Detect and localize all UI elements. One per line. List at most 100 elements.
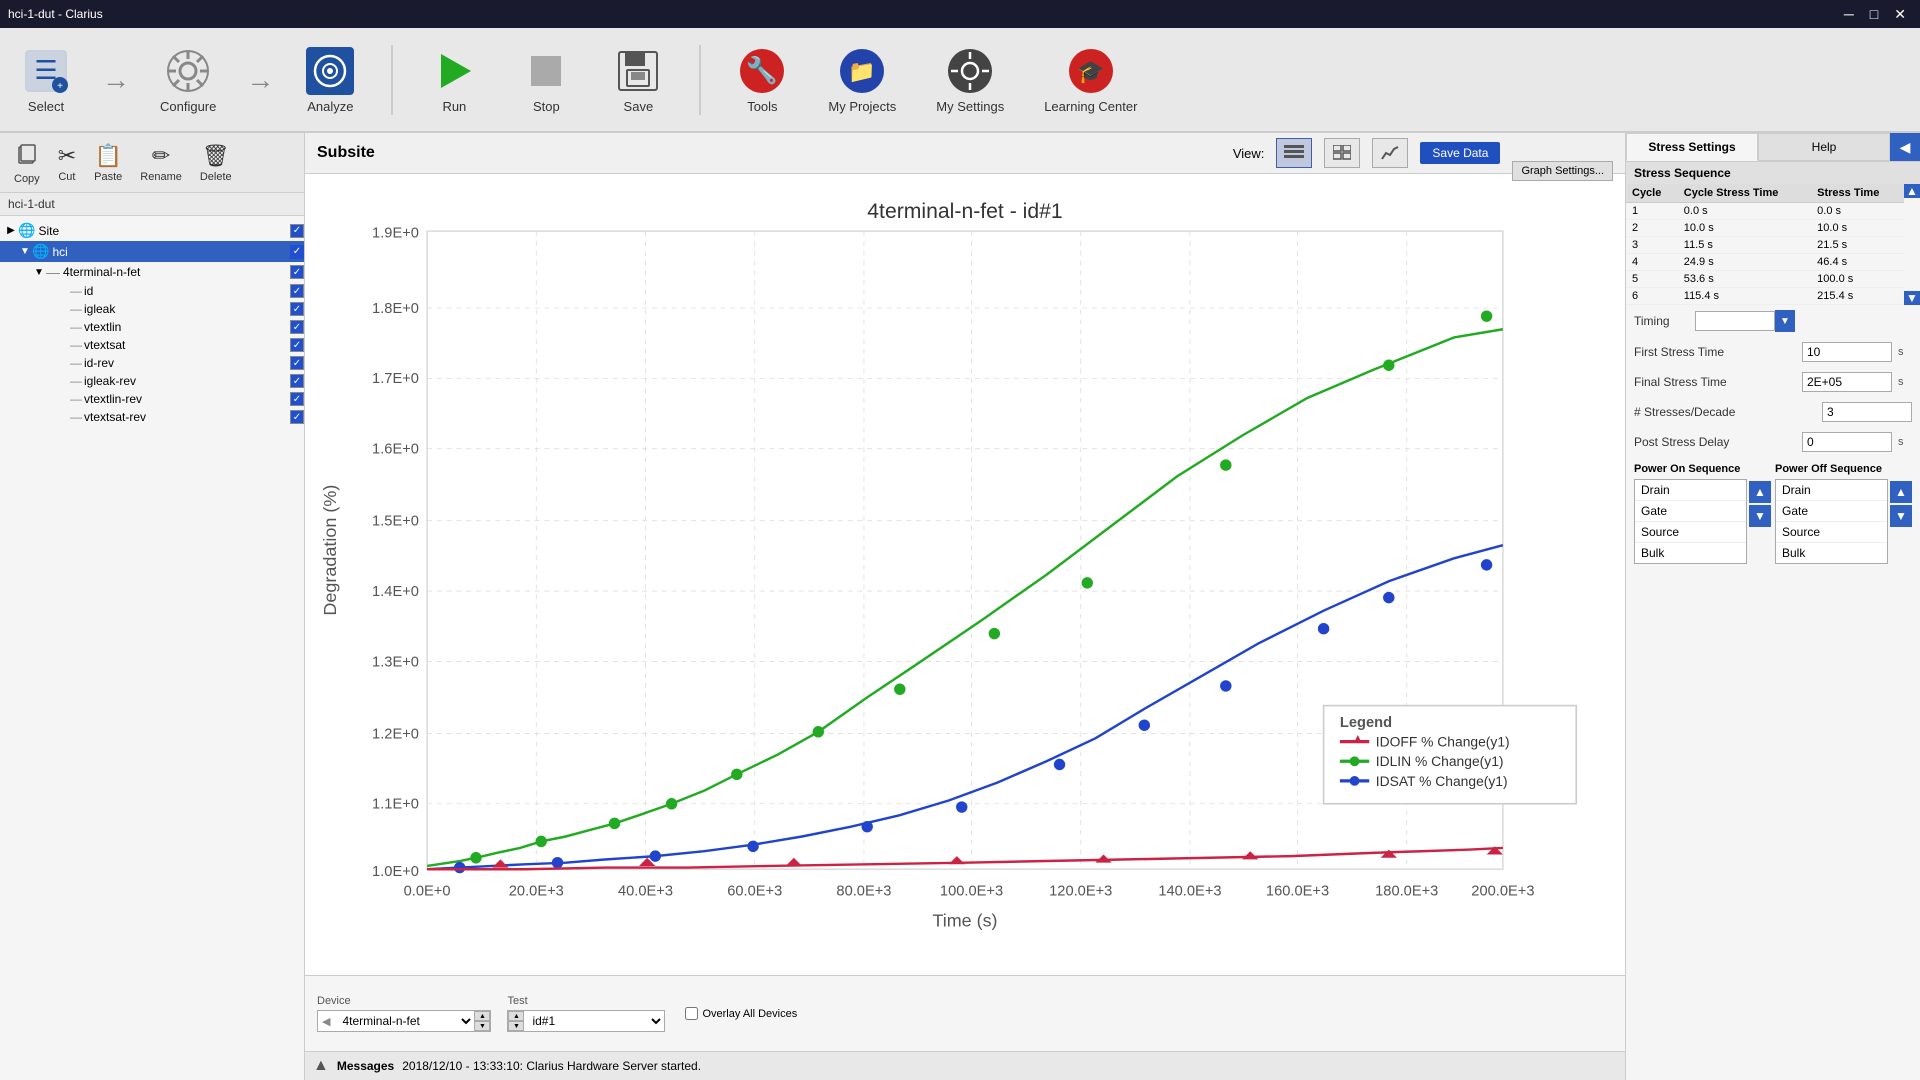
paste-button[interactable]: 📋 Paste [86,139,130,187]
power-on-up-btn[interactable]: ▲ [1749,481,1771,503]
tree-check-hci[interactable]: ✓ [290,245,304,259]
svg-text:100.0E+3: 100.0E+3 [940,883,1003,899]
tree-item-vtextsat[interactable]: — vtextsat ✓ [0,336,304,354]
device-prev-arrow[interactable]: ◀ [318,1013,334,1030]
tree-check-vtextsat-rev[interactable]: ✓ [290,410,304,424]
stress-table-scroll: Cycle Cycle Stress Time Stress Time 1 0.… [1626,184,1904,305]
cell-cycle: 2 [1626,220,1678,237]
power-off-down-btn[interactable]: ▼ [1890,505,1912,527]
tab-help[interactable]: Help [1758,133,1890,161]
test-select[interactable]: id#1 [524,1011,664,1031]
test-select-wrap: ▲ ▼ id#1 [507,1010,665,1032]
tree-check-site[interactable]: ✓ [290,224,304,238]
my-projects-label: My Projects [828,99,896,114]
configure-button[interactable]: Configure [150,41,226,118]
view-label: View: [1233,146,1265,161]
table-row[interactable]: 4 24.9 s 46.4 s [1626,254,1904,271]
scroll-down-btn[interactable]: ▼ [1904,291,1920,305]
window-controls: ─ □ ✕ [1838,6,1912,23]
tools-button[interactable]: 🔧 Tools [726,41,798,118]
power-on-block: Power On Sequence Drain Gate Source Bulk… [1634,463,1771,564]
tree-item-igleak[interactable]: — igleak ✓ [0,300,304,318]
learning-center-button[interactable]: 🎓 Learning Center [1034,41,1147,118]
tree-item-vtextlin[interactable]: — vtextlin ✓ [0,318,304,336]
tree-check-vtextlin[interactable]: ✓ [290,320,304,334]
cell-cycle: 3 [1626,237,1678,254]
tree-item-vtextlin-rev[interactable]: — vtextlin-rev ✓ [0,390,304,408]
table-row[interactable]: 6 115.4 s 215.4 s [1626,288,1904,305]
power-off-block: Power Off Sequence Drain Gate Source Bul… [1775,463,1912,564]
stop-button[interactable]: Stop [510,41,582,118]
final-stress-time-input[interactable] [1802,372,1892,392]
power-on-down-btn[interactable]: ▼ [1749,505,1771,527]
tree-check-igleak-rev[interactable]: ✓ [290,374,304,388]
view-table-btn[interactable] [1276,138,1312,168]
device-select[interactable]: 4terminal-n-fet [334,1011,474,1031]
tree-item-hci[interactable]: ▼ 🌐 hci ✓ [0,241,304,262]
col-cycle-stress-time: Cycle Stress Time [1678,184,1811,203]
delete-button[interactable]: 🗑 Delete [192,139,240,187]
save-data-button[interactable]: Save Data [1420,142,1500,164]
scroll-up-btn[interactable]: ▲ [1904,184,1920,198]
overlay-checkbox[interactable] [685,1007,698,1020]
run-button[interactable]: Run [418,41,490,118]
select-button[interactable]: ☰ + Select [10,41,82,118]
table-row[interactable]: 3 11.5 s 21.5 s [1626,237,1904,254]
overlay-check-group: Overlay All Devices [685,1007,797,1020]
table-row[interactable]: 2 10.0 s 10.0 s [1626,220,1904,237]
tree-check-vtextsat[interactable]: ✓ [290,338,304,352]
maximize-button[interactable]: □ [1864,6,1884,23]
tree-item-site[interactable]: ▶ 🌐 Site ✓ [0,220,304,241]
tree-item-id[interactable]: — id ✓ [0,282,304,300]
device-arrow-up[interactable]: ▲ [474,1011,490,1021]
tree-check-id[interactable]: ✓ [290,284,304,298]
power-off-controls: ▲ ▼ [1890,479,1912,564]
analyze-button[interactable]: Analyze [294,41,366,118]
table-row[interactable]: 5 53.6 s 100.0 s [1626,271,1904,288]
messages-bar: ▲ Messages 2018/12/10 - 13:33:10: Clariu… [305,1051,1625,1080]
tree-check-id-rev[interactable]: ✓ [290,356,304,370]
stresses-per-decade-input[interactable] [1822,402,1912,422]
save-button[interactable]: Save [602,41,674,118]
tree-item-vtextsat-rev[interactable]: — vtextsat-rev ✓ [0,408,304,426]
messages-toggle[interactable]: ▲ [313,1057,329,1075]
final-stress-time-label: Final Stress Time [1634,375,1796,389]
expand-panel-btn[interactable]: ◀ [1890,133,1920,161]
cut-button[interactable]: ✂ Cut [50,139,84,187]
timing-dropdown-btn[interactable]: ▼ [1775,310,1795,332]
tree-expand-site[interactable]: ▶ [4,225,18,236]
tree-expand-hci[interactable]: ▼ [18,246,32,257]
close-button[interactable]: ✕ [1888,6,1912,23]
timing-select-wrap: Log ▼ [1695,310,1795,332]
tree-item-4terminal[interactable]: ▼ — 4terminal-n-fet ✓ [0,262,304,282]
test-arrow-up[interactable]: ▲ [508,1011,524,1021]
post-stress-delay-input[interactable] [1802,432,1892,452]
rename-label: Rename [140,171,182,183]
toolbar-sep-2 [699,45,701,115]
power-off-up-btn[interactable]: ▲ [1890,481,1912,503]
test-arrow-down[interactable]: ▼ [508,1021,524,1031]
table-row[interactable]: 1 0.0 s 0.0 s [1626,203,1904,220]
my-settings-button[interactable]: My Settings [926,41,1014,118]
tree-check-4terminal[interactable]: ✓ [290,265,304,279]
rename-button[interactable]: ✏ Rename [132,139,190,187]
tree-item-id-rev[interactable]: — id-rev ✓ [0,354,304,372]
svg-text:40.0E+3: 40.0E+3 [618,883,673,899]
device-arrow-down[interactable]: ▼ [474,1021,490,1031]
tree-expand-4terminal[interactable]: ▼ [32,267,46,278]
tab-stress-settings[interactable]: Stress Settings [1626,133,1758,161]
view-grid-btn[interactable] [1324,138,1360,168]
first-stress-time-input[interactable] [1802,342,1892,362]
view-chart-btn[interactable] [1372,138,1408,168]
my-projects-button[interactable]: 📁 My Projects [818,41,906,118]
tree-check-vtextlin-rev[interactable]: ✓ [290,392,304,406]
copy-button[interactable]: Copy [6,137,48,189]
learning-center-label: Learning Center [1044,99,1137,114]
col-cycle: Cycle [1626,184,1678,203]
minimize-button[interactable]: ─ [1838,6,1860,23]
timing-input[interactable]: Log [1695,311,1775,331]
tree-container[interactable]: ▶ 🌐 Site ✓ ▼ 🌐 hci ✓ ▼ — 4terminal-n-fet… [0,216,304,1080]
tree-item-igleak-rev[interactable]: — igleak-rev ✓ [0,372,304,390]
tree-check-igleak[interactable]: ✓ [290,302,304,316]
overlay-label: Overlay All Devices [702,1008,797,1020]
